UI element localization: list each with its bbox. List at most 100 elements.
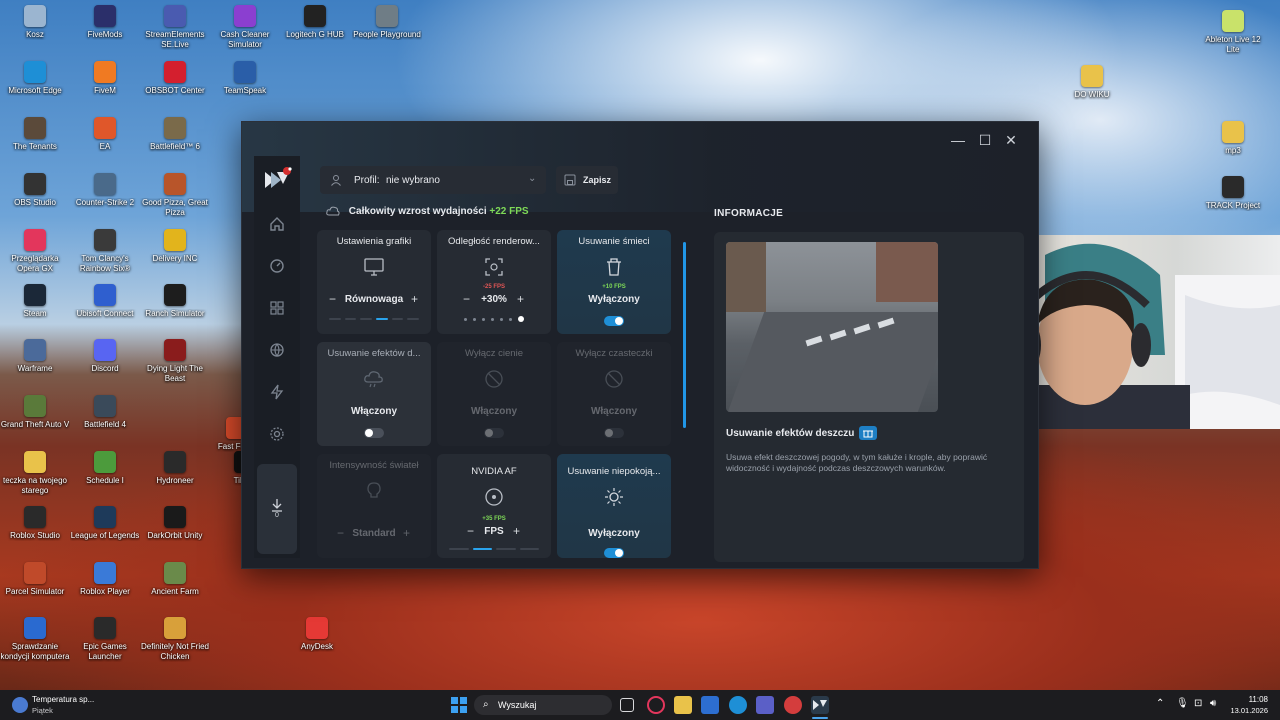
apps-icon[interactable] (269, 300, 285, 316)
desktop-icon[interactable]: Kosz (0, 5, 70, 40)
edge-icon[interactable] (729, 696, 747, 714)
desktop-icon[interactable]: Steam (0, 284, 70, 319)
task-view-icon[interactable] (620, 698, 634, 712)
card-garbage-removal[interactable]: Usuwanie śmieci +10 FPS Wyłączony (557, 230, 671, 334)
desktop-icon[interactable]: StreamElements SE.Live (140, 5, 210, 50)
desktop-icon[interactable]: TeamSpeak (210, 61, 280, 96)
settings-icon[interactable] (269, 426, 285, 442)
desktop-icon[interactable]: Roblox Player (70, 562, 140, 597)
desktop-icon[interactable]: Ancient Farm (140, 562, 210, 597)
desktop-icon[interactable]: Dying Light The Beast (140, 339, 210, 384)
increase-button[interactable]: + (513, 524, 520, 538)
desktop-icon[interactable]: Sprawdzanie kondycji komputera (0, 617, 70, 662)
desktop-icon[interactable]: teczka na twojego starego (0, 451, 70, 496)
toggle-switch[interactable] (364, 428, 384, 438)
store-icon[interactable] (701, 696, 719, 714)
minimize-button[interactable]: — (948, 132, 968, 148)
optimizer-app-taskbar-icon[interactable] (811, 696, 829, 714)
desktop-icon[interactable]: OBS Studio (0, 173, 70, 208)
desktop-icon[interactable]: Grand Theft Auto V (0, 395, 70, 430)
desktop-icon[interactable]: Delivery INC (140, 229, 210, 264)
weather-icon[interactable] (12, 697, 28, 713)
file-explorer-icon[interactable] (674, 696, 692, 714)
desktop-icon[interactable]: mp3 (1198, 121, 1268, 156)
desktop-icon[interactable]: Definitely Not Fried Chicken (140, 617, 210, 662)
increase-button[interactable]: + (411, 292, 418, 306)
performance-icon[interactable] (269, 258, 285, 274)
desktop-icon[interactable]: The Tenants (0, 117, 70, 152)
desktop-icon[interactable]: AnyDesk (282, 617, 352, 652)
profile-selector[interactable]: Profil: nie wybrano ⌄ (320, 166, 546, 194)
desktop-icon[interactable]: DO WIKU (1057, 65, 1127, 100)
card-value: FPS (484, 526, 504, 537)
app-shortcut-icon (94, 506, 116, 528)
desktop-icon[interactable]: Epic Games Launcher (70, 617, 140, 662)
cloud-icon (326, 206, 340, 216)
close-button[interactable]: ✕ (1001, 132, 1021, 149)
desktop-icon-label: Roblox Player (80, 587, 130, 596)
tray-chevron-up-icon[interactable]: ⌃ (1156, 698, 1164, 709)
home-icon[interactable] (269, 216, 285, 232)
desktop-icon[interactable]: Tom Clancy's Rainbow Six® Sie... (70, 229, 140, 274)
desktop-icon[interactable]: Przeglądarka Opera GX (0, 229, 70, 274)
microphone-icon[interactable]: 🎙︎ (1176, 698, 1189, 709)
desktop-icon[interactable]: Hydroneer (140, 451, 210, 486)
card-graphics-settings[interactable]: Ustawienia grafiki − Równowaga + (317, 230, 431, 334)
clock-time[interactable]: 11:08 (1230, 695, 1268, 704)
network-tray-icon[interactable]: ⊡ (1194, 698, 1202, 709)
desktop-icon[interactable]: FiveM (70, 61, 140, 96)
cards-scrollbar[interactable] (683, 242, 686, 428)
desktop-icon[interactable]: Roblox Studio (0, 506, 70, 541)
toggle-switch[interactable] (604, 316, 624, 326)
desktop-icon[interactable]: FiveMods (70, 5, 140, 40)
desktop-icon-label: Cash Cleaner Simulator (220, 30, 270, 49)
desktop-icon[interactable]: OBSBOT Center (140, 61, 210, 96)
desktop-icon[interactable]: Microsoft Edge (0, 61, 70, 96)
toggle-switch[interactable] (604, 548, 624, 558)
desktop-icon[interactable]: Ubisoft Connect (70, 284, 140, 319)
card-nvidia-af[interactable]: NVIDIA AF +35 FPS − FPS + (437, 454, 551, 558)
card-render-distance[interactable]: Odległość renderow... -25 FPS − +30% + (437, 230, 551, 334)
opera-gx-icon[interactable] (647, 696, 665, 714)
desktop-icon[interactable]: Logitech G HUB (280, 5, 350, 40)
desktop-icon[interactable]: Ableton Live 12 Lite (1198, 10, 1268, 55)
card-disable-shadows[interactable]: Wyłącz cienie Włączony (437, 342, 551, 446)
card-title: Usuwanie niepokoją... (567, 466, 661, 477)
desktop-icon[interactable]: Warframe (0, 339, 70, 374)
chrome-icon[interactable] (784, 696, 802, 714)
desktop-icon[interactable]: Good Pizza, Great Pizza (140, 173, 210, 218)
toggle-switch[interactable] (604, 428, 624, 438)
save-button[interactable]: Zapisz (556, 166, 618, 194)
card-light-intensity[interactable]: Intensywność świateł − Standard + (317, 454, 431, 558)
start-menu-icon[interactable] (450, 696, 468, 714)
maximize-button[interactable]: ☐ (975, 132, 995, 149)
card-disturbing-removal[interactable]: Usuwanie niepokoją... Wyłączony (557, 454, 671, 558)
desktop-icon[interactable]: League of Legends (70, 506, 140, 541)
toggle-switch[interactable] (484, 428, 504, 438)
desktop-icon[interactable]: Cash Cleaner Simulator (210, 5, 280, 50)
taskbar-search-input[interactable]: ⌕ Wyszukaj (474, 695, 612, 715)
desktop-icon[interactable]: Counter-Strike 2 (70, 173, 140, 208)
desktop-icon[interactable]: EA (70, 117, 140, 152)
desktop-icon[interactable]: Ranch Simulator (140, 284, 210, 319)
network-icon[interactable] (269, 342, 285, 358)
desktop-icon[interactable]: Parcel Simulator (0, 562, 70, 597)
desktop-icon[interactable]: TRACK Project (1198, 176, 1268, 211)
weather-title[interactable]: Temperatura sp... (32, 695, 94, 704)
increase-button[interactable]: + (517, 292, 524, 306)
card-rain-effects-removal[interactable]: Usuwanie efektów d... Włączony (317, 342, 431, 446)
downloads-button[interactable]: 0 (257, 464, 297, 554)
desktop-icon[interactable]: Schedule I (70, 451, 140, 486)
desktop-icon-label: FiveMods (87, 30, 123, 39)
boost-icon[interactable] (269, 384, 285, 400)
card-disable-particles[interactable]: Wyłącz czasteczki Włączony (557, 342, 671, 446)
desktop-icon[interactable]: Discord (70, 339, 140, 374)
increase-button[interactable]: + (403, 526, 410, 540)
volume-icon[interactable]: 🔊︎ (1210, 698, 1216, 709)
teams-icon[interactable] (756, 696, 774, 714)
desktop-icon[interactable]: People Playground (352, 5, 422, 40)
desktop-icon[interactable]: DarkOrbit Unity (140, 506, 210, 541)
desktop-icon[interactable]: Battlefield™ 6 (140, 117, 210, 152)
desktop-icon[interactable]: Battlefield 4 (70, 395, 140, 430)
clock-date[interactable]: 13.01.2026 (1222, 706, 1268, 715)
